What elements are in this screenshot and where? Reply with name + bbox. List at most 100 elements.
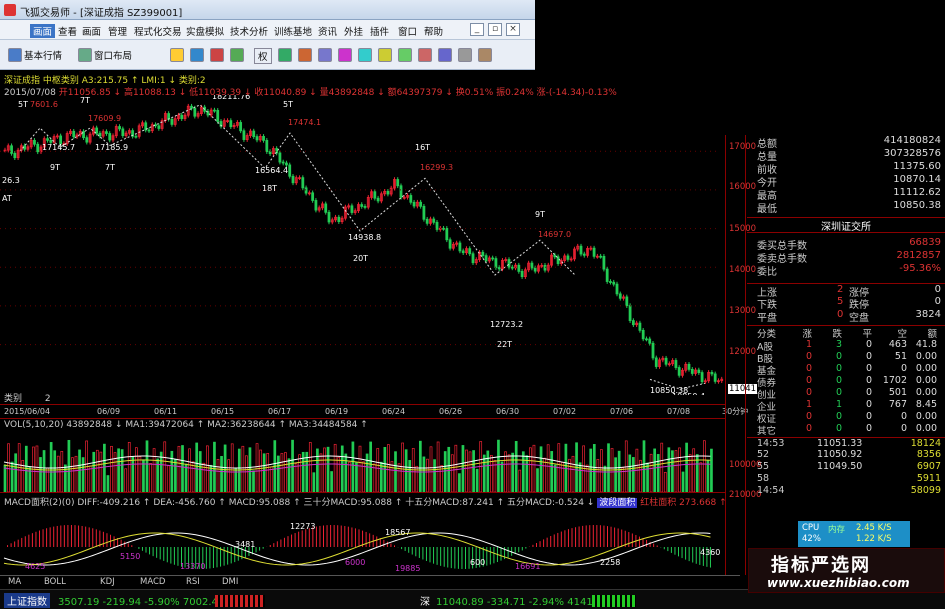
basic-quotes-button[interactable]: 基本行情 — [24, 48, 62, 64]
grid-icon[interactable] — [190, 48, 204, 62]
breadth-cell: 0 — [934, 284, 941, 295]
volume-bar — [120, 449, 124, 492]
volume-bar — [14, 453, 17, 492]
volume-bar — [142, 459, 145, 492]
macd-chart[interactable]: 4625 5150 13370 3481 12273 6000 18567 19885 600 1… — [0, 507, 725, 575]
close-icon[interactable]: × — [506, 23, 520, 36]
menu-item-3[interactable]: 管理 — [108, 24, 127, 38]
table-header-cell: 空 — [897, 329, 907, 340]
order-value: 2812857 — [896, 250, 941, 261]
volume-bar — [394, 451, 397, 492]
candle — [609, 281, 612, 283]
price-annotation: 17145.7 — [42, 143, 75, 152]
table-row: 创业 0 0 0 501 0.00 — [747, 387, 945, 401]
menu-item-1[interactable]: 查看 — [58, 24, 77, 38]
refresh-icon[interactable] — [398, 48, 412, 62]
window-layout-button[interactable]: 窗口布局 — [94, 48, 132, 64]
tab-rsi[interactable]: RSI — [186, 577, 200, 587]
draw-icon[interactable] — [318, 48, 332, 62]
sz-index-label[interactable]: 深 — [420, 593, 430, 608]
chart-area[interactable]: 深证成指 中枢类别 A3:215.75 ↑ LMI:1 ↓ 类别:2 2015/… — [0, 70, 748, 575]
candle — [631, 320, 635, 326]
export-icon[interactable] — [478, 48, 492, 62]
volume-bar — [667, 447, 671, 492]
table-cell: 0 — [865, 411, 872, 422]
table-cell: 0 — [900, 423, 907, 434]
menu-item-11[interactable]: 窗口 — [398, 24, 417, 38]
tick-row: 55 11049.50 6907 — [747, 461, 945, 473]
table-cell: 0 — [865, 423, 872, 434]
candle — [337, 216, 341, 223]
kline-icon[interactable] — [278, 48, 292, 62]
candle — [373, 191, 377, 199]
alert-icon[interactable] — [418, 48, 432, 62]
order-row: 委卖总手数 2812857 — [747, 250, 945, 265]
price-annotation: 22T — [497, 340, 512, 349]
tick-cell: 14:53 — [757, 438, 785, 449]
volume-bar — [330, 471, 333, 492]
menu-item-12[interactable]: 帮助 — [424, 24, 443, 38]
sh-index-value: 3507.19 -219.94 -5.90% 7002.48亿 — [58, 597, 235, 608]
breadth-cell: 0 — [934, 296, 941, 307]
tab-macd[interactable]: MACD — [140, 577, 165, 587]
volume-bar — [450, 454, 454, 492]
volume-bar — [511, 452, 514, 492]
candle — [468, 248, 472, 255]
volume-chart[interactable] — [0, 432, 725, 492]
restore-icon[interactable]: ▫ — [488, 23, 502, 36]
macd-label: 12273 — [290, 522, 315, 531]
candle — [697, 369, 701, 373]
tick-cell: 11050.92 — [817, 449, 863, 460]
volume-bar — [145, 440, 149, 492]
volume-bar — [340, 445, 344, 492]
candle — [170, 118, 174, 125]
candle — [432, 218, 436, 223]
indicator-icon[interactable] — [298, 48, 312, 62]
chart-icon[interactable] — [210, 48, 224, 62]
folder-icon[interactable] — [170, 48, 184, 62]
menu-item-8[interactable]: 资讯 — [318, 24, 337, 38]
zoom-out-icon[interactable] — [378, 48, 392, 62]
candle — [399, 185, 403, 198]
zoom-in-icon[interactable] — [358, 48, 372, 62]
candle — [677, 367, 681, 376]
menu-item-6[interactable]: 技术分析 — [230, 24, 268, 38]
candle — [121, 128, 125, 136]
candle — [422, 205, 426, 220]
price-chart[interactable]: 5T 7601.6 7T17609.99T 7T17145.7 17185.918211… — [0, 95, 725, 395]
volume-bar — [170, 450, 174, 492]
menu-item-2[interactable]: 画面 — [82, 24, 101, 38]
tab-boll[interactable]: BOLL — [44, 577, 66, 587]
table-cell: 0 — [805, 411, 812, 422]
tab-ma[interactable]: MA — [8, 577, 21, 587]
print-icon[interactable] — [458, 48, 472, 62]
menu-item-9[interactable]: 外挂 — [344, 24, 363, 38]
formula-icon[interactable] — [338, 48, 352, 62]
volume-bar — [71, 457, 74, 492]
volume-bar — [316, 448, 319, 492]
menu-item-7[interactable]: 训练基地 — [274, 24, 312, 38]
date-axis: 2015/06/04 06/09 06/11 06/15 06/17 06/19 06/24… — [0, 406, 725, 418]
volume-bar — [685, 442, 688, 492]
quan-button[interactable]: 权 — [254, 48, 272, 64]
candle — [180, 114, 184, 120]
menu-item-10[interactable]: 插件 — [370, 24, 389, 38]
volume-bar — [333, 443, 337, 492]
menu-item-4[interactable]: 程式化交易 — [134, 24, 182, 38]
settings-icon[interactable] — [438, 48, 452, 62]
menu-item-5[interactable]: 实盘模拟 — [186, 24, 224, 38]
menu-item-0[interactable]: 画面 — [30, 24, 56, 38]
minimize-icon[interactable]: _ — [470, 23, 484, 36]
candle — [350, 205, 354, 213]
volume-bar — [500, 461, 504, 492]
tab-kdj[interactable]: KDJ — [100, 577, 115, 587]
sh-index-label[interactable]: 上证指数 — [4, 593, 50, 608]
table-cell: 0 — [835, 351, 842, 362]
list-icon[interactable] — [230, 48, 244, 62]
volume-bar — [408, 460, 412, 492]
tab-dmi[interactable]: DMI — [222, 577, 238, 587]
volume-bar — [465, 449, 468, 492]
candle — [700, 372, 704, 383]
volume-bar — [518, 469, 522, 492]
info-value: 307328576 — [883, 148, 941, 159]
